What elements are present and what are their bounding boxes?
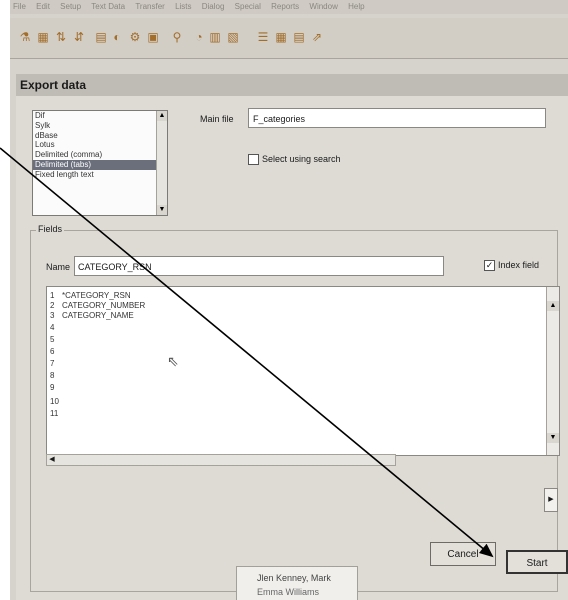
spreadsheet-icon[interactable]: ▦ <box>274 30 288 44</box>
name-label: Name <box>46 262 71 272</box>
field-line: 2 CATEGORY_NUMBER <box>50 301 146 310</box>
menu-window[interactable]: Window <box>309 2 337 11</box>
field-line: 9 <box>50 383 55 392</box>
main-file-input[interactable]: F_categories <box>248 108 546 128</box>
list-icon[interactable]: ☰ <box>256 30 270 44</box>
document-icon[interactable]: ▤ <box>94 30 108 44</box>
fields-label: Fields <box>36 224 65 234</box>
mouse-cursor-icon: ⇖ <box>167 353 179 369</box>
format-scrollbar[interactable]: ▲ ▼ <box>156 111 167 215</box>
menu-reports[interactable]: Reports <box>271 2 299 11</box>
menu-help[interactable]: Help <box>348 2 364 11</box>
field-line: 8 <box>50 371 55 380</box>
scroll-up-icon[interactable]: ▲ <box>157 111 167 121</box>
scroll-left-icon[interactable]: ◀ <box>47 455 57 465</box>
main-file-label: Main file <box>200 114 234 124</box>
format-item[interactable]: dBase <box>33 131 167 141</box>
format-item[interactable]: Lotus <box>33 140 167 150</box>
field-name-input[interactable]: CATEGORY_RSN <box>74 256 444 276</box>
field-line: 3 CATEGORY_NAME <box>50 311 134 320</box>
toolbar: ⚗ ▦ ⇅ ⇵ ▤ ◐ ⚙ ▣ ⚲ ◔ ▥ ▧ ☰ ▦ ▤ ⇗ <box>10 18 568 59</box>
sort-desc-icon[interactable]: ⇵ <box>72 30 86 44</box>
field-line: 6 <box>50 347 55 356</box>
select-using-search-checkbox[interactable] <box>248 154 259 165</box>
field-line: 11 <box>50 409 59 418</box>
scroll-right-icon[interactable]: ▶ <box>544 488 558 512</box>
format-item[interactable]: Sylk <box>33 121 167 131</box>
format-item-selected[interactable]: Delimited (tabs) <box>33 159 167 170</box>
background-text: Emma Williams <box>257 587 319 597</box>
field-list-textarea[interactable]: 1 *CATEGORY_RSN 2 CATEGORY_NUMBER 3 CATEGOR… <box>46 286 560 456</box>
field-line: 5 <box>50 335 55 344</box>
index-field-label: Index field <box>498 260 540 270</box>
grid-icon[interactable]: ▥ <box>208 30 222 44</box>
menu-text-data[interactable]: Text Data <box>91 2 125 11</box>
field-line: 7 <box>50 359 55 368</box>
scroll-down-icon[interactable]: ▼ <box>547 433 559 443</box>
index-field-checkbox[interactable]: ✓ <box>484 260 495 271</box>
menu-setup[interactable]: Setup <box>60 2 81 11</box>
gear-icon[interactable]: ⚙ <box>128 30 142 44</box>
background-text: Jlen Kenney, Mark <box>257 573 331 583</box>
menu-file[interactable]: File <box>13 2 26 11</box>
menu-bar: File Edit Setup Text Data Transfer Lists… <box>10 0 568 14</box>
window-icon[interactable]: ▧ <box>226 30 240 44</box>
format-item[interactable]: Fixed length text <box>33 170 167 180</box>
field-line: 1 *CATEGORY_RSN <box>50 291 131 300</box>
menu-edit[interactable]: Edit <box>36 2 50 11</box>
folder-icon[interactable]: ◐ <box>110 30 124 44</box>
field-list-scrollbar[interactable]: ▲ ▼ <box>546 287 559 455</box>
disk-icon[interactable]: ▣ <box>146 30 160 44</box>
report-icon[interactable]: ▤ <box>292 30 306 44</box>
format-listbox[interactable]: Dif Sylk dBase Lotus Delimited (comma) D… <box>32 110 168 216</box>
start-button[interactable]: Start <box>506 550 568 574</box>
menu-transfer[interactable]: Transfer <box>135 2 165 11</box>
format-item[interactable]: Dif <box>33 111 167 121</box>
menu-dialog[interactable]: Dialog <box>202 2 225 11</box>
dialog-title: Export data <box>16 74 568 96</box>
sort-icon[interactable]: ⇅ <box>54 30 68 44</box>
menu-lists[interactable]: Lists <box>175 2 191 11</box>
field-line: 4 <box>50 323 55 332</box>
chart-icon[interactable]: ◔ <box>192 30 206 44</box>
search-icon[interactable]: ⚲ <box>170 30 184 44</box>
menu-special[interactable]: Special <box>235 2 261 11</box>
photo-edge <box>0 0 10 600</box>
table-icon[interactable]: ▦ <box>36 30 50 44</box>
horizontal-scrollbar[interactable]: ◀ <box>46 454 396 466</box>
background-window: Jlen Kenney, Mark Emma Williams <box>236 566 358 600</box>
scroll-down-icon[interactable]: ▼ <box>157 205 167 215</box>
format-item[interactable]: Delimited (comma) <box>33 150 167 160</box>
filter-icon[interactable]: ⚗ <box>18 30 32 44</box>
field-line: 10 <box>50 397 59 406</box>
scroll-up-icon[interactable]: ▲ <box>547 301 559 311</box>
cancel-button[interactable]: Cancel <box>430 542 496 566</box>
export-icon[interactable]: ⇗ <box>310 30 324 44</box>
select-using-search-label: Select using search <box>262 154 341 164</box>
screen: File Edit Setup Text Data Transfer Lists… <box>10 0 568 600</box>
export-dialog: Dif Sylk dBase Lotus Delimited (comma) D… <box>16 96 568 600</box>
